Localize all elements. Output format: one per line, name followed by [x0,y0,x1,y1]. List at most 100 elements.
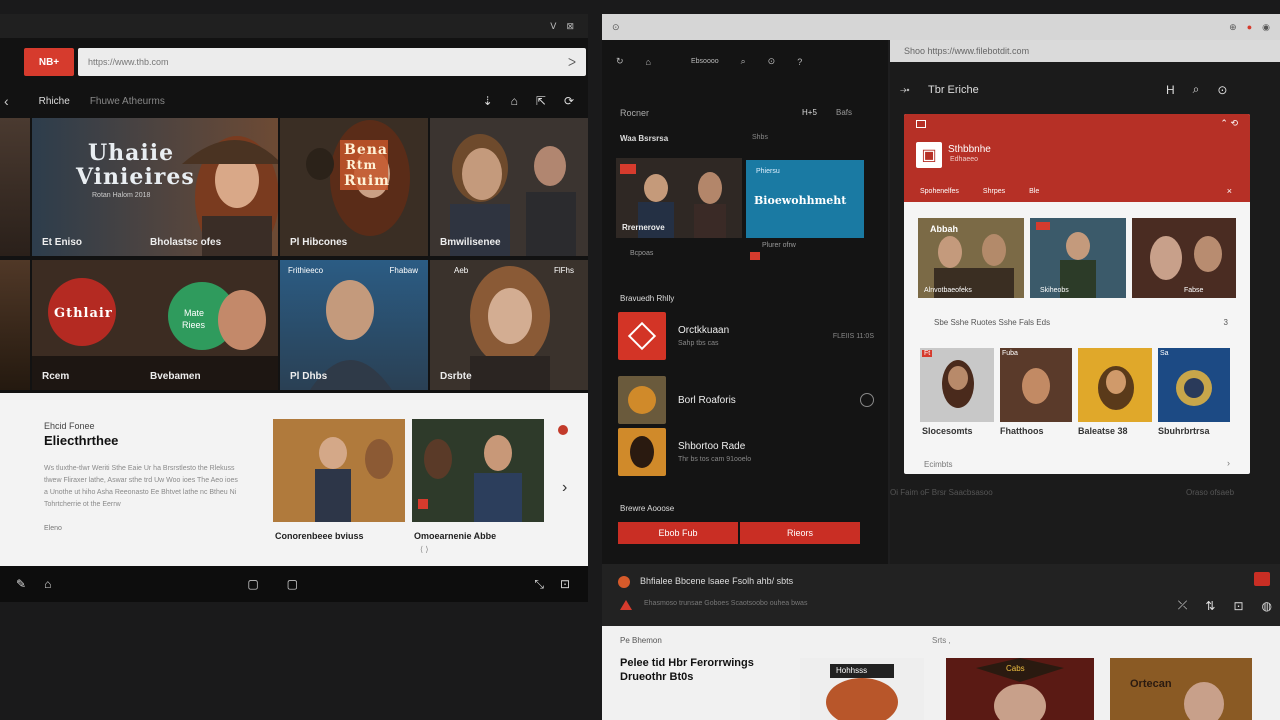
download-icon[interactable]: ⇣ [483,94,493,108]
thumb-art [1000,348,1072,422]
search-icon[interactable]: ⌕ [1193,82,1200,97]
tile-caption: Rcem [42,371,70,382]
recent-right-1[interactable]: H+5 [802,108,817,117]
tab-fhuwe[interactable]: Fhuwe Atheurms [90,96,165,107]
expand-icon[interactable]: ⤡ [534,577,544,592]
card-small-thumb-4[interactable]: Sa [1158,348,1230,422]
sidebar: ↻ ⌂ Ebsoooo ⌕ ⊙ ? Rocner H+5 Bafs Waa Bs… [602,40,888,580]
tab-rhiche[interactable]: Rhiche [39,96,70,107]
refresh-icon[interactable]: ↻ [616,56,624,67]
recent-right-2[interactable]: Bafs [836,108,852,117]
sort-icon[interactable]: ⇅ [1205,599,1215,613]
card-footer-arrow[interactable]: › [1227,458,1230,468]
feature-card-b[interactable]: Phiersu Bioewohhmeht [746,160,864,238]
card-tab-1[interactable]: Spohenelfes [920,188,959,195]
app-logo[interactable]: NB+ [24,48,74,76]
search-icon[interactable]: ⌕ [741,56,746,67]
card-sub: Edhaeeo [950,156,979,163]
lower-kicker: Pe Bhemon [620,636,662,645]
card-tab-2[interactable]: Shrpes [983,188,1005,195]
card-tab-close-icon[interactable]: × [1227,186,1232,196]
card-small-tag: Ft [922,350,933,357]
card-small-thumb-3[interactable] [1078,348,1152,422]
lower-poster-3[interactable]: Ortecan [1110,658,1252,720]
tile-bmwilisenee[interactable]: Bmwilisenee [430,118,588,256]
card-top-actions[interactable]: ⌃ ⟲ [1220,118,1238,129]
left-titlebar: ᐯ ⊠ [0,14,588,38]
card-small-icon [916,120,926,128]
pin-icon[interactable] [558,425,568,435]
tile-pl-dhbs[interactable]: Frithieeco Fhabaw Pl Dhbs [280,260,428,390]
header-h-icon[interactable]: H [1166,83,1175,97]
screen-icon[interactable]: ⊡ [560,577,570,591]
thumb-art [920,348,994,422]
recent-label: Rocner [620,108,650,118]
card-small-thumb-2[interactable]: Fuba [1000,348,1072,422]
next-arrow-icon[interactable]: › [562,479,567,497]
main-url: Shoo https://www.filebotdit.com [904,46,1030,56]
add-icon[interactable]: ⊕ [1229,22,1237,33]
tile-top-right: Fhabaw [389,266,418,275]
card-thumb-2[interactable]: Skiheobs [1030,218,1126,298]
minimize-icon[interactable]: ᐯ [550,21,556,32]
tile-dsrbte[interactable]: Aeb FlFhs Dsrbte [430,260,588,390]
notification-text[interactable]: Bhfialee Bbcene lsaee Fsolh ahb/ sbts [640,576,793,586]
list-item[interactable]: Orctkkuaan Sahp tbs cas FLEIIS 11:0S [618,312,874,360]
square-icon[interactable]: ▢ [247,577,258,591]
details-thumb-2[interactable] [412,419,544,522]
card-footer[interactable]: Ecimbts [924,460,952,469]
section-2-title: Bravuedh Rhlly [620,294,675,303]
secondary-button[interactable]: Rieors [740,522,860,544]
list-item[interactable]: Shbortoo Rade Thr bs tos cam 91ooelo [618,428,874,476]
home-icon[interactable]: ⌂ [511,94,518,108]
lower-poster-1[interactable]: Hohhsss [800,658,924,720]
target-icon[interactable]: ◉ [1262,22,1270,33]
tile-caption: Pl Dhbs [290,371,328,382]
main-address-bar[interactable]: Shoo https://www.filebotdit.com [890,40,1280,62]
expand-icon[interactable]: ⇱ [536,94,546,108]
feature-card-a[interactable]: Rrernerove [616,158,742,238]
lower-poster-2[interactable]: Cabs [946,658,1094,720]
card-thumb-3[interactable]: Fabse [1132,218,1236,298]
right-window: ⊙ ⊕ ● ◉ ↻ ⌂ Ebsoooo ⌕ ⊙ ? Rocner H+5 Baf… [602,14,1280,720]
tile-bvebamen[interactable]: Gthlair Mate Riees Rcem Bvebamen [32,260,278,390]
main-menu-icon[interactable]: ⤞ [900,82,910,97]
refresh-icon[interactable]: ⟳ [564,94,574,108]
right-titlebar: ⊙ ⊕ ● ◉ [602,14,1280,40]
home-icon[interactable]: ⌂ [646,57,651,67]
feature-b-tag: Plurer ofrw [762,242,796,249]
profile-icon[interactable]: ⊙ [1217,83,1227,97]
thumb-2-caption: Omoearnenie Abbe [414,531,497,541]
tile-bena[interactable]: Bena Rtm Ruim Pl Hibcones [280,118,428,256]
go-icon[interactable]: ᐳ [568,56,576,69]
screen-icon[interactable]: ⊡ [1233,599,1243,613]
tile-art [430,118,588,256]
edit-icon[interactable]: ✎ [16,577,26,591]
help-icon[interactable]: ? [797,57,802,67]
thumb-art [412,419,544,522]
url-bar[interactable]: https://www.thb.com ᐳ [78,48,586,76]
section-1-right[interactable]: Shbs [752,134,768,141]
square-icon-2[interactable]: ▢ [287,577,298,591]
card-small-thumb-1[interactable]: Ft [920,348,994,422]
list-item[interactable]: Borl Roaforis [618,376,874,424]
user-icon[interactable]: ⊙ [768,56,776,67]
back-icon[interactable]: ‹ [4,93,9,109]
card-tab-3[interactable]: Ble [1029,188,1039,195]
tile-1[interactable] [0,118,30,256]
card-thumb-1[interactable]: Abbah Alnvotbaeofeks [918,218,1024,298]
notification-strip: Bhfialee Bbcene lsaee Fsolh ahb/ sbts Eh… [602,564,1280,626]
list-item-title: Orctkkuaan [678,325,730,336]
details-thumb-1[interactable] [273,419,405,522]
shuffle-icon[interactable]: ⤫ [1178,598,1188,613]
home-icon[interactable]: ⌂ [44,577,51,591]
feature-b-badge [750,252,760,260]
close-icon[interactable]: ⊠ [566,21,574,32]
tile-uhaiie[interactable]: Uhaiie Vinieires Rotan Halom 2018 Et Eni… [32,118,278,256]
list-item-info-icon[interactable] [860,393,874,407]
tile-rcem-left[interactable] [0,260,30,390]
primary-button[interactable]: Ebob Fub [618,522,738,544]
notification-badge[interactable] [1254,572,1270,586]
globe-icon[interactable]: ◍ [1262,599,1272,613]
record-icon[interactable]: ● [1247,22,1252,32]
